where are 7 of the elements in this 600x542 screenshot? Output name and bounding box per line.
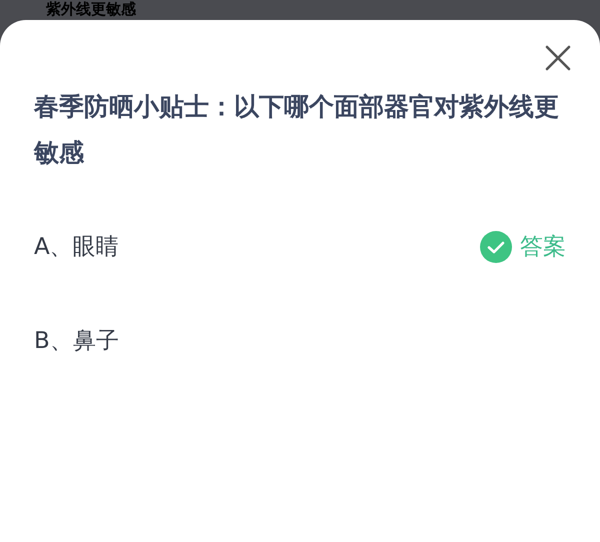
background-title: 紫外线更敏感 [44, 0, 137, 20]
close-button[interactable] [544, 44, 572, 72]
option-text[interactable]: A、眼睛 [34, 230, 119, 264]
question-text: 春季防晒小贴士：以下哪个面部器官对紫外线更敏感 [34, 91, 560, 169]
check-icon [480, 231, 512, 263]
answer-label: 答案 [520, 232, 566, 262]
option-text[interactable]: B、鼻子 [34, 324, 119, 358]
